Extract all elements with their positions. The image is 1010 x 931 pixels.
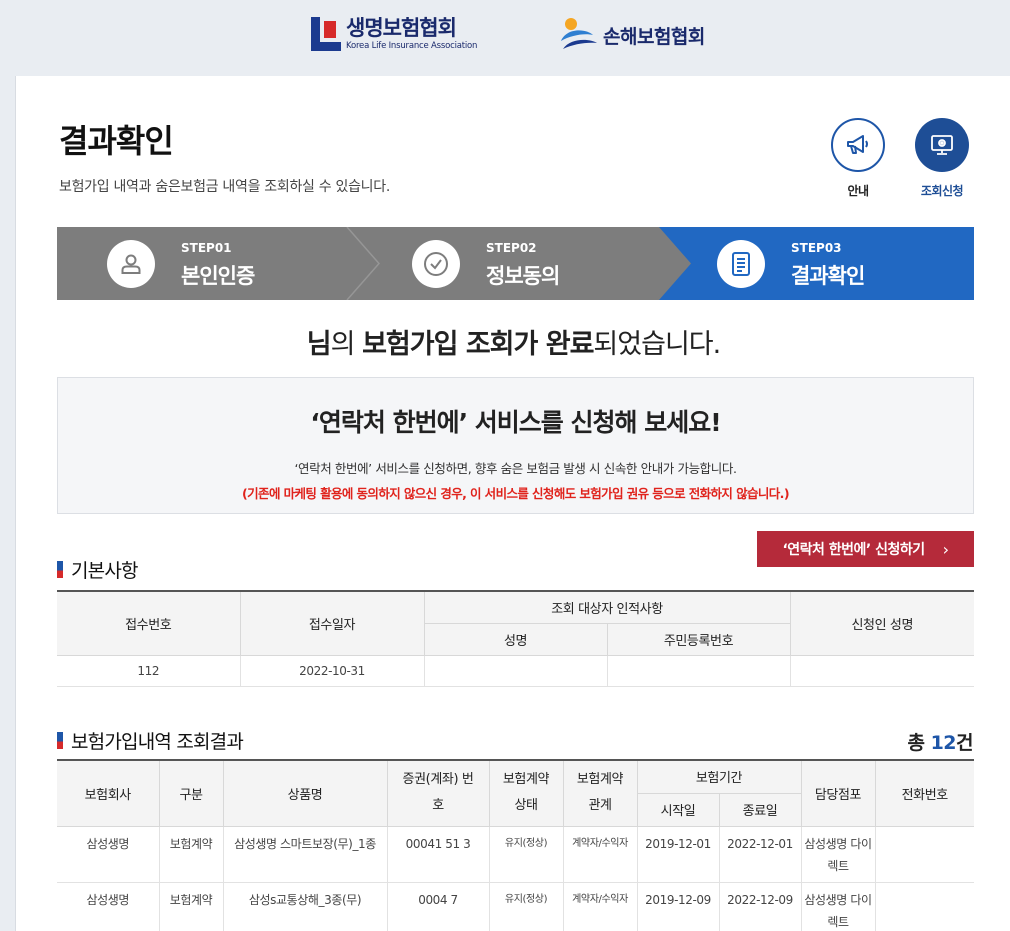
col-receipt-no: 접수번호: [57, 590, 241, 656]
col-phone: 전화번호: [874, 759, 974, 827]
cell-relation: 계약자/수익자: [562, 825, 638, 883]
completion-part1: 의: [330, 329, 363, 360]
knia-logo-mark-icon: [557, 15, 599, 55]
total-prefix: 총: [907, 732, 931, 754]
cell-policy-no: 00041 51 3: [386, 825, 490, 883]
step-1-name: 본인인증: [181, 264, 255, 288]
chevron-right-icon: ›: [942, 539, 949, 559]
cell-receipt-date: 2022-10-31: [239, 654, 425, 687]
knia-logo-text: 손해보험협회: [603, 25, 705, 48]
step-3-number: STEP03: [791, 241, 842, 255]
page-description: 보험가입 내역과 숨은보험금 내역을 조회하실 수 있습니다.: [59, 179, 390, 195]
cell-end: 2022-12-01: [718, 825, 802, 883]
cell-name: [423, 654, 608, 687]
cell-applicant: [789, 654, 975, 687]
step-2: STEP02 정보동의: [362, 227, 662, 300]
user-icon: [107, 240, 155, 288]
col-start: 시작일: [637, 792, 720, 827]
page-title: 결과확인: [59, 122, 174, 160]
results-section-title: 보험가입내역 조회결과: [57, 727, 244, 754]
step-3-name: 결과확인: [791, 264, 865, 288]
cell-end: 2022-12-09: [718, 881, 802, 931]
cell-phone: [874, 881, 974, 931]
apply-button-label: ‘연락처 한번에’ 신청하기: [782, 542, 925, 558]
cell-start: 2019-12-01: [636, 825, 720, 883]
completion-message: 님의 보험가입 조회가 완료되었습니다.: [16, 322, 1010, 361]
col-type: 구분: [158, 759, 224, 827]
cell-policy-no: 0004 7: [386, 881, 490, 931]
request-label: 조회신청: [920, 184, 964, 198]
user-name-tail: 님: [306, 329, 332, 360]
section-marker-icon: [57, 561, 63, 578]
step-3: STEP03 결과확인: [667, 227, 967, 300]
cell-status: 유지(정상): [488, 881, 564, 931]
step-indicator: STEP01 본인인증 STEP02 정보동의 STEP03 결과확인: [57, 227, 974, 300]
col-policy-no: 증권(계좌) 번호: [386, 759, 490, 827]
basic-info-table: 접수번호 접수일자 조회 대상자 인적사항 신청인 성명 성명 주민등록번호 1…: [57, 590, 975, 687]
cell-receipt-no: 112: [57, 654, 241, 687]
cell-phone: [874, 825, 974, 883]
cell-relation: 계약자/수익자: [562, 881, 638, 931]
request-button[interactable]: 조회신청: [912, 118, 972, 199]
content-card: 결과확인 보험가입 내역과 숨은보험금 내역을 조회하실 수 있습니다. 안내 …: [15, 76, 1010, 931]
document-icon: [717, 240, 765, 288]
table-row[interactable]: 삼성생명 보험계약 삼성생명 스마트보장(무)_1종 00041 51 3 유지…: [57, 825, 974, 883]
cell-start: 2019-12-09: [636, 881, 720, 931]
promo-description: ‘연락처 한번에’ 서비스를 신청하면, 향후 숨은 보험금 발생 시 신속한 …: [294, 461, 737, 476]
cell-type: 보험계약: [158, 825, 224, 883]
step-2-number: STEP02: [486, 241, 537, 255]
cell-type: 보험계약: [158, 881, 224, 931]
col-branch: 담당점포: [800, 759, 876, 827]
monitor-icon: [915, 118, 969, 172]
col-name: 성명: [424, 622, 608, 656]
apply-contact-button[interactable]: ‘연락처 한번에’ 신청하기 ›: [757, 531, 974, 567]
col-receipt-date: 접수일자: [239, 590, 425, 656]
step-2-name: 정보동의: [486, 264, 560, 288]
col-product: 상품명: [222, 759, 388, 827]
col-company: 보험회사: [57, 759, 160, 827]
total-suffix: 건: [956, 732, 973, 754]
col-resident-no: 주민등록번호: [606, 622, 791, 656]
klia-logo-en: Korea Life Insurance Association: [346, 40, 478, 51]
total-count: 총 12건: [907, 728, 973, 755]
col-target-group: 조회 대상자 인적사항: [423, 590, 791, 624]
guide-button[interactable]: 안내: [828, 118, 888, 199]
step-1: STEP01 본인인증: [57, 227, 357, 300]
klia-logo-mark-icon: [311, 17, 341, 51]
col-status: 보험계약 상태: [488, 759, 564, 827]
total-number: 12: [930, 732, 957, 754]
cell-product: 삼성s교통상해_3종(무): [222, 881, 388, 931]
col-period: 보험기간: [636, 759, 802, 794]
promo-box: ‘연락처 한번에’ 서비스를 신청해 보세요! ‘연락처 한번에’ 서비스를 신…: [57, 377, 974, 514]
basic-section-title-text: 기본사항: [71, 560, 139, 582]
table-row: 112 2022-10-31: [57, 654, 975, 687]
section-marker-icon: [57, 732, 63, 749]
table-row[interactable]: 삼성생명 보험계약 삼성s교통상해_3종(무) 0004 7 유지(정상) 계약…: [57, 881, 974, 931]
megaphone-icon: [831, 118, 885, 172]
step-1-number: STEP01: [181, 241, 232, 255]
completion-part2: 되었습니다.: [593, 329, 721, 360]
klia-logo[interactable]: 생명보험협회 Korea Life Insurance Association: [311, 17, 477, 51]
knia-logo[interactable]: 손해보험협회: [557, 15, 705, 55]
cell-product: 삼성생명 스마트보장(무)_1종: [222, 825, 388, 883]
basic-section-title: 기본사항: [57, 556, 139, 583]
check-circle-icon: [412, 240, 460, 288]
klia-logo-ko: 생명보험협회: [346, 15, 457, 40]
col-relation: 보험계약 관계: [562, 759, 638, 827]
col-applicant: 신청인 성명: [789, 590, 975, 656]
results-table: 보험회사 구분 상품명 증권(계좌) 번호 보험계약 상태 보험계약 관계 보험…: [57, 759, 974, 931]
results-section-title-text: 보험가입내역 조회결과: [71, 731, 244, 753]
cell-branch: 삼성생명 다이렉트: [800, 881, 876, 931]
col-end: 종료일: [718, 792, 801, 827]
guide-label: 안내: [847, 184, 869, 198]
top-bar: 생명보험협회 Korea Life Insurance Association …: [0, 0, 1010, 76]
cell-company: 삼성생명: [57, 881, 160, 931]
cell-branch: 삼성생명 다이렉트: [800, 825, 876, 883]
promo-warning: (기존에 마케팅 활용에 동의하지 않으신 경우, 이 서비스를 신청해도 보험…: [242, 486, 790, 501]
cell-status: 유지(정상): [488, 825, 564, 883]
promo-title: ‘연락처 한번에’ 서비스를 신청해 보세요!: [310, 408, 721, 437]
completion-bold: 보험가입 조회가 완료: [362, 329, 594, 360]
cell-company: 삼성생명: [57, 825, 160, 883]
cell-resident-no: [606, 654, 791, 687]
